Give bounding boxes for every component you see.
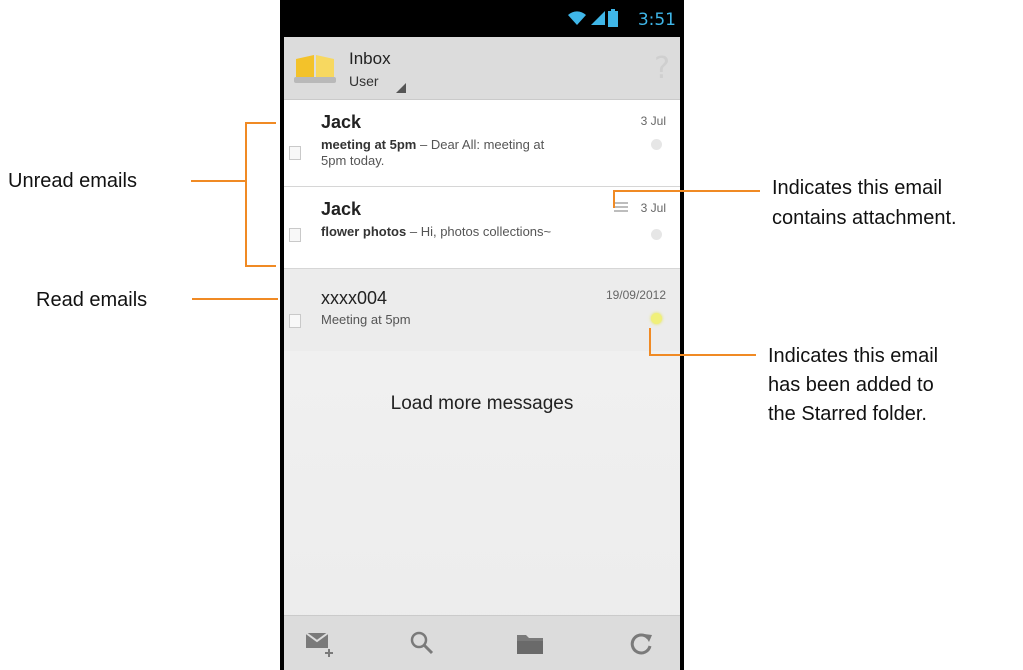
attachment-connector [613,190,760,208]
annotation-lines [191,122,760,356]
starred-connector [649,328,756,356]
unread-bracket [245,122,276,267]
